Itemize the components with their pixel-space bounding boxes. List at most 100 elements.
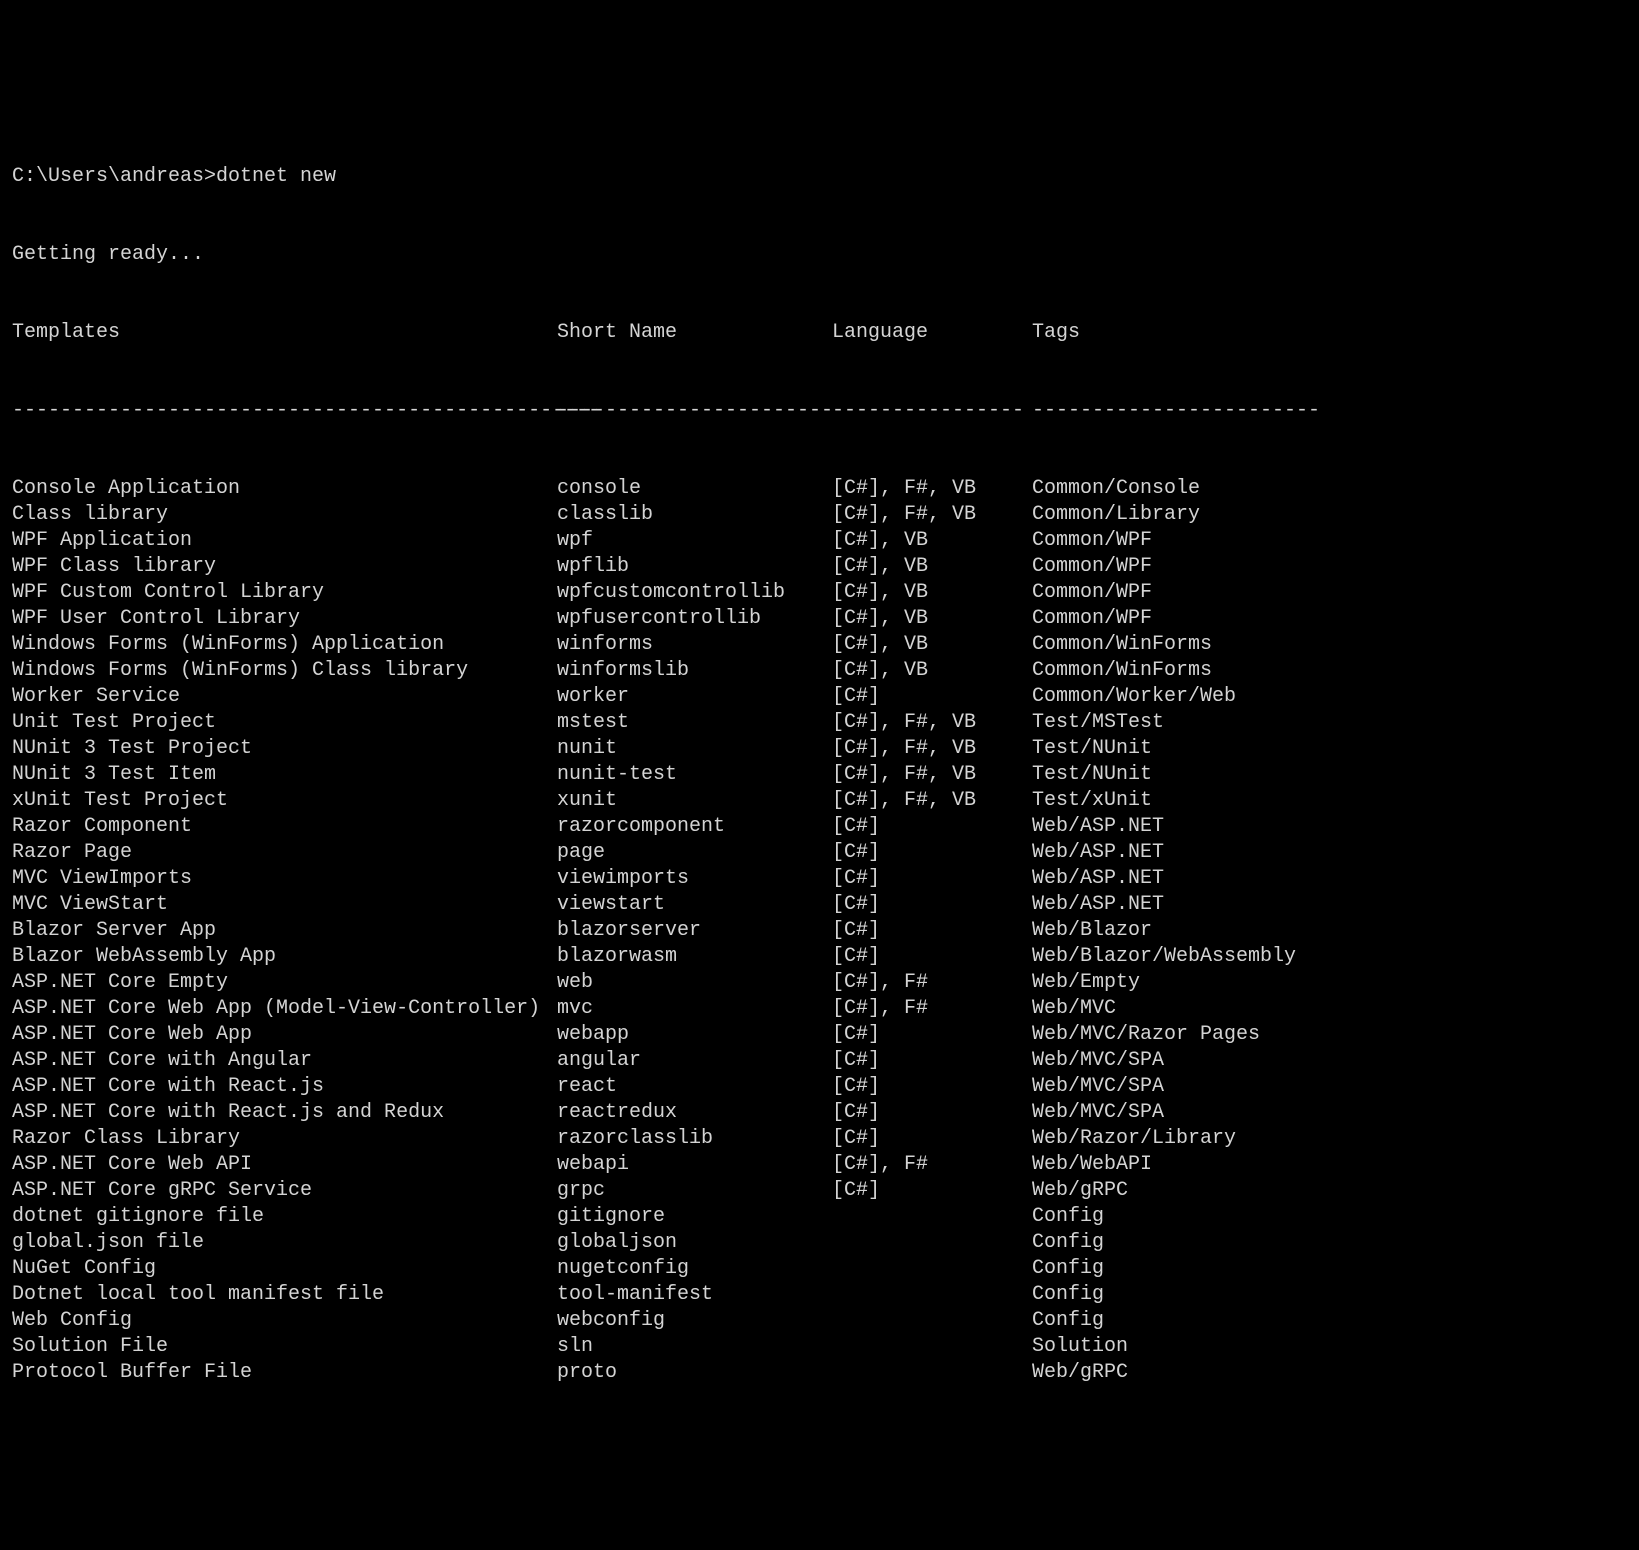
header-templates: Templates [12,320,557,346]
table-row: ASP.NET Core Web App (Model-View-Control… [12,996,1627,1022]
table-row: MVC ViewStartviewstart[C#]Web/ASP.NET [12,892,1627,918]
cell-language [832,1204,1032,1230]
table-row: ASP.NET Core Web Appwebapp[C#]Web/MVC/Ra… [12,1022,1627,1048]
cell-templates: Razor Component [12,814,557,840]
cell-templates: ASP.NET Core Empty [12,970,557,996]
table-row: Windows Forms (WinForms) Class librarywi… [12,658,1627,684]
table-row: Blazor Server Appblazorserver[C#]Web/Bla… [12,918,1627,944]
cell-shortname: tool-manifest [557,1282,832,1308]
cell-tags: Test/NUnit [1032,736,1627,762]
table-row: ASP.NET Core with React.jsreact[C#]Web/M… [12,1074,1627,1100]
cell-templates: ASP.NET Core with React.js and Redux [12,1100,557,1126]
cell-tags: Web/Blazor/WebAssembly [1032,944,1627,970]
cell-tags: Common/WinForms [1032,632,1627,658]
cell-tags: Web/gRPC [1032,1178,1627,1204]
cell-shortname: xunit [557,788,832,814]
cell-templates: ASP.NET Core Web App [12,1022,557,1048]
cell-tags: Test/MSTest [1032,710,1627,736]
cell-language [832,1308,1032,1334]
cell-tags: Web/gRPC [1032,1360,1627,1386]
cell-language: [C#], VB [832,554,1032,580]
header-shortname: Short Name [557,320,832,346]
cell-templates: Razor Page [12,840,557,866]
cell-language: [C#], F# [832,1152,1032,1178]
table-row: Unit Test Projectmstest[C#], F#, VBTest/… [12,710,1627,736]
cell-language: [C#] [832,814,1032,840]
table-row: Blazor WebAssembly Appblazorwasm[C#]Web/… [12,944,1627,970]
table-row: WPF Class librarywpflib[C#], VBCommon/WP… [12,554,1627,580]
table-row: Web ConfigwebconfigConfig [12,1308,1627,1334]
table-row: dotnet gitignore filegitignoreConfig [12,1204,1627,1230]
cell-language: [C#], VB [832,632,1032,658]
cell-shortname: winforms [557,632,832,658]
cell-templates: Worker Service [12,684,557,710]
table-row: ASP.NET Core gRPC Servicegrpc[C#]Web/gRP… [12,1178,1627,1204]
cell-templates: ASP.NET Core with React.js [12,1074,557,1100]
cell-language: [C#], F#, VB [832,788,1032,814]
cell-language: [C#] [832,866,1032,892]
table-row: global.json fileglobaljsonConfig [12,1230,1627,1256]
cell-shortname: proto [557,1360,832,1386]
cell-language: [C#], VB [832,580,1032,606]
cell-language [832,1334,1032,1360]
cell-shortname: razorcomponent [557,814,832,840]
divider-language: ---------------- [832,398,1032,424]
loading-line: Getting ready... [12,242,1627,268]
table-row: NUnit 3 Test Itemnunit-test[C#], F#, VBT… [12,762,1627,788]
cell-shortname: classlib [557,502,832,528]
cell-templates: Class library [12,502,557,528]
cell-templates: MVC ViewImports [12,866,557,892]
cell-shortname: viewimports [557,866,832,892]
cell-language: [C#], F#, VB [832,762,1032,788]
cell-shortname: gitignore [557,1204,832,1230]
table-row: ASP.NET Core with React.js and Reduxreac… [12,1100,1627,1126]
cell-shortname: winformslib [557,658,832,684]
table-row: Razor Pagepage[C#]Web/ASP.NET [12,840,1627,866]
cell-language: [C#] [832,840,1032,866]
cell-templates: MVC ViewStart [12,892,557,918]
cell-templates: WPF User Control Library [12,606,557,632]
cell-templates: ASP.NET Core gRPC Service [12,1178,557,1204]
cell-tags: Web/Empty [1032,970,1627,996]
table-row: Worker Serviceworker[C#]Common/Worker/We… [12,684,1627,710]
cell-tags: Common/Console [1032,476,1627,502]
cell-shortname: nugetconfig [557,1256,832,1282]
table-row: ASP.NET Core with Angularangular[C#]Web/… [12,1048,1627,1074]
cell-shortname: mstest [557,710,832,736]
table-row: WPF Applicationwpf[C#], VBCommon/WPF [12,528,1627,554]
cell-templates: Console Application [12,476,557,502]
cell-shortname: webapp [557,1022,832,1048]
cell-tags: Web/ASP.NET [1032,892,1627,918]
cell-shortname: wpf [557,528,832,554]
cell-templates: ASP.NET Core with Angular [12,1048,557,1074]
cell-shortname: console [557,476,832,502]
cell-language: [C#] [832,1100,1032,1126]
table-row: ASP.NET Core Web APIwebapi[C#], F#Web/We… [12,1152,1627,1178]
cell-tags: Web/WebAPI [1032,1152,1627,1178]
cell-templates: NUnit 3 Test Project [12,736,557,762]
cell-tags: Config [1032,1308,1627,1334]
cell-templates: Blazor Server App [12,918,557,944]
table-row: WPF User Control Librarywpfusercontrolli… [12,606,1627,632]
cell-tags: Web/MVC/SPA [1032,1048,1627,1074]
header-tags: Tags [1032,320,1627,346]
cell-tags: Config [1032,1204,1627,1230]
table-row: Solution FileslnSolution [12,1334,1627,1360]
cell-tags: Config [1032,1282,1627,1308]
cell-language: [C#] [832,892,1032,918]
cell-shortname: blazorwasm [557,944,832,970]
divider-tags: ------------------------ [1032,398,1627,424]
cell-tags: Common/WPF [1032,554,1627,580]
cell-tags: Common/WPF [1032,606,1627,632]
cell-language: [C#] [832,1074,1032,1100]
cell-templates: Windows Forms (WinForms) Application [12,632,557,658]
cell-language: [C#] [832,1178,1032,1204]
cell-language: [C#], F# [832,996,1032,1022]
cell-language: [C#], F#, VB [832,502,1032,528]
cell-tags: Web/Blazor [1032,918,1627,944]
table-row: ASP.NET Core Emptyweb[C#], F#Web/Empty [12,970,1627,996]
cell-templates: ASP.NET Core Web API [12,1152,557,1178]
cell-language: [C#], VB [832,606,1032,632]
cell-language: [C#] [832,1048,1032,1074]
cell-language: [C#] [832,944,1032,970]
